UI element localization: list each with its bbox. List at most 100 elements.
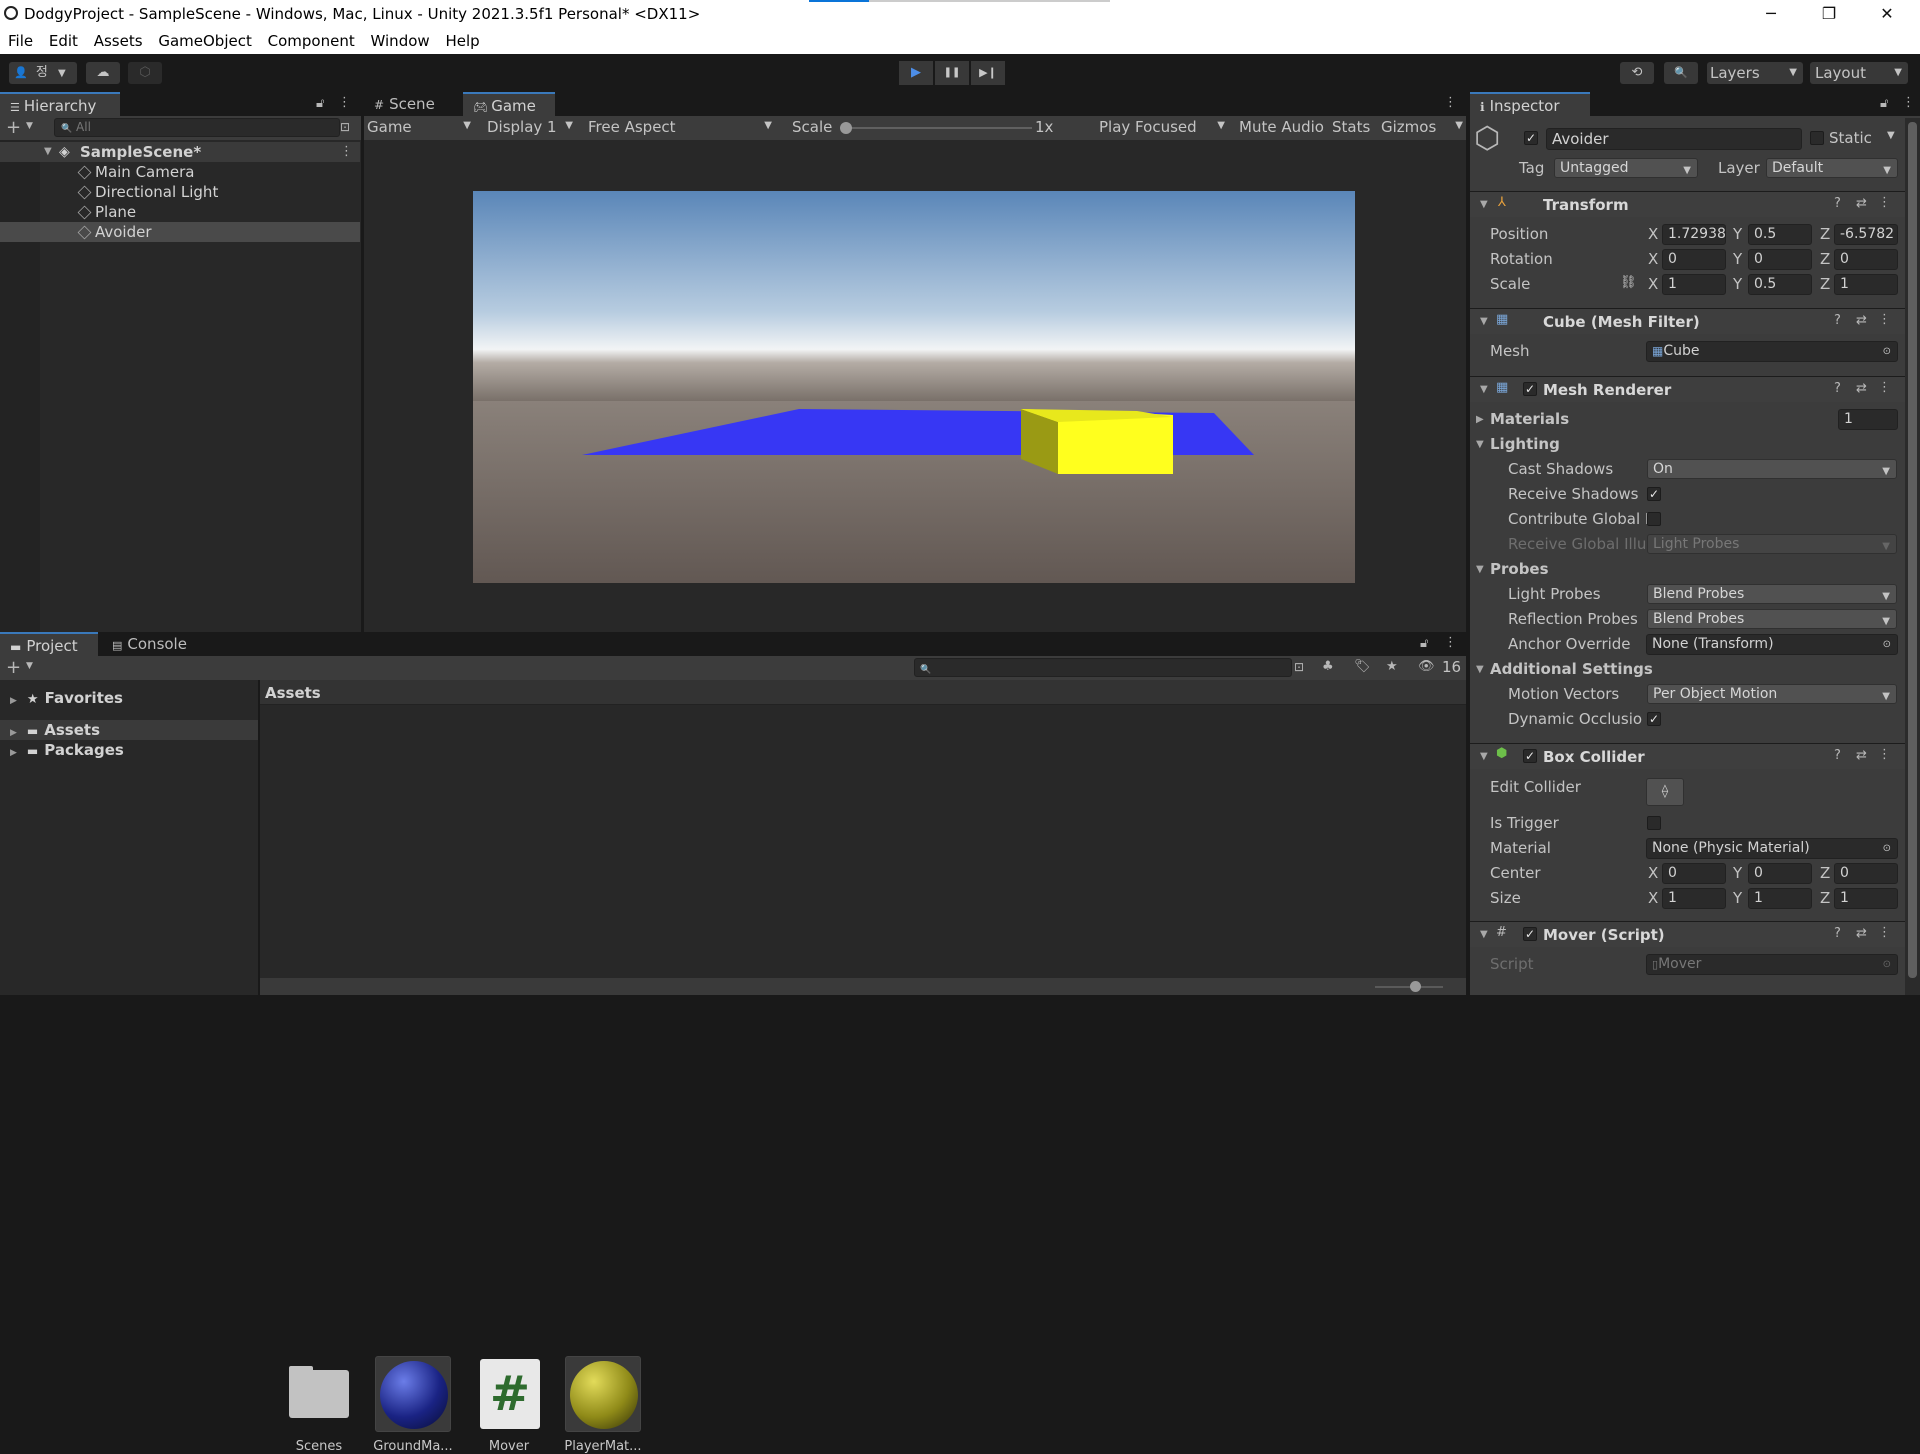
size-x-field[interactable]: 1 <box>1662 888 1726 909</box>
preset-icon[interactable]: ⇄ <box>1856 313 1867 328</box>
list-item[interactable]: Plane <box>0 202 360 222</box>
expand-triangle-icon[interactable]: ▼ <box>1480 316 1488 327</box>
help-icon[interactable]: ? <box>1834 196 1841 211</box>
help-icon[interactable]: ? <box>1834 313 1841 328</box>
lock-icon[interactable]: 🔓︎ <box>316 96 324 111</box>
display-dropdown[interactable]: Display 1 ▼ <box>487 118 579 136</box>
more-menu-icon[interactable]: ⋮ <box>1878 195 1891 210</box>
pause-button[interactable]: ❚❚ <box>935 61 969 85</box>
is-trigger-checkbox[interactable] <box>1647 816 1661 830</box>
transform-header[interactable]: ▼ ⅄ Transform ? ⇄ ⋮ <box>1470 191 1905 217</box>
chevron-down-icon[interactable]: ▼ <box>26 661 33 671</box>
dynamic-occlusion-checkbox[interactable]: ✓ <box>1647 712 1661 726</box>
static-checkbox[interactable] <box>1810 131 1824 145</box>
menu-gameobject[interactable]: GameObject <box>158 28 252 50</box>
menu-file[interactable]: File <box>8 28 33 50</box>
layer-dropdown[interactable]: Default ▼ <box>1766 158 1898 178</box>
mesh-filter-header[interactable]: ▼ ▦ Cube (Mesh Filter) ? ⇄ ⋮ <box>1470 308 1905 334</box>
constrain-proportions-icon[interactable]: ⛓︎ <box>1620 275 1637 290</box>
menu-component[interactable]: Component <box>268 28 355 50</box>
more-menu-icon[interactable]: ⋮ <box>1902 95 1915 110</box>
mesh-renderer-header[interactable]: ▼ ▦ ✓ Mesh Renderer ? ⇄ ⋮ <box>1470 376 1905 402</box>
scene-row[interactable]: ▼ ◈ SampleScene* ⋮ <box>0 142 360 162</box>
help-icon[interactable]: ? <box>1834 926 1841 941</box>
contribute-gi-checkbox[interactable] <box>1647 512 1661 526</box>
additional-settings-foldout[interactable]: Additional Settings <box>1490 660 1653 678</box>
layout-dropdown[interactable]: Layout ▼ <box>1810 62 1908 84</box>
anchor-override-field[interactable]: None (Transform) ⊙ <box>1646 634 1898 655</box>
more-menu-icon[interactable]: ⋮ <box>1878 925 1891 940</box>
expand-triangle-icon[interactable]: ▼ <box>1476 664 1484 675</box>
tag-dropdown[interactable]: Untagged ▼ <box>1554 158 1698 178</box>
menu-edit[interactable]: Edit <box>49 28 78 50</box>
hierarchy-search-input[interactable]: 🔍 All <box>54 118 340 137</box>
tree-divider[interactable] <box>258 680 260 995</box>
enabled-checkbox[interactable]: ✓ <box>1523 382 1537 396</box>
expand-triangle-icon[interactable]: ▼ <box>1480 199 1488 210</box>
mute-audio-toggle[interactable]: Mute Audio <box>1239 118 1324 136</box>
lock-icon[interactable]: 🔓︎ <box>1880 96 1888 111</box>
label-filter-icon[interactable]: 🏷︎ <box>1354 659 1371 674</box>
step-button[interactable]: ▶❙ <box>971 61 1005 85</box>
scale-x-field[interactable]: 1 <box>1662 274 1726 295</box>
physic-material-field[interactable]: None (Physic Material) ⊙ <box>1646 838 1898 859</box>
aspect-dropdown[interactable]: Free Aspect ▼ <box>588 118 778 136</box>
history-icon[interactable]: ⟲ <box>1620 62 1654 84</box>
game-mode-dropdown[interactable]: Game ▼ <box>367 118 477 136</box>
center-y-field[interactable]: 0 <box>1748 863 1812 884</box>
play-focused-dropdown[interactable]: Play Focused ▼ <box>1099 118 1231 136</box>
collab-icon[interactable]: ⬡ <box>128 62 162 84</box>
more-menu-icon[interactable]: ⋮ <box>340 142 353 162</box>
cast-shadows-dropdown[interactable]: On ▼ <box>1647 459 1897 479</box>
minimize-button[interactable]: ─ <box>1742 0 1800 28</box>
favorite-star-icon[interactable]: ★ <box>1386 659 1398 674</box>
motion-vectors-dropdown[interactable]: Per Object Motion ▼ <box>1647 684 1897 704</box>
position-y-field[interactable]: 0.5 <box>1748 224 1812 245</box>
scale-y-field[interactable]: 0.5 <box>1748 274 1812 295</box>
search-filter-icon[interactable]: ⊡ <box>1294 660 1304 674</box>
sidebar-item-assets[interactable]: ▶ ▬ Assets <box>0 720 258 740</box>
hidden-eye-icon[interactable]: 👁︎ <box>1418 659 1435 674</box>
size-z-field[interactable]: 1 <box>1834 888 1898 909</box>
stats-toggle[interactable]: Stats <box>1332 118 1370 136</box>
enabled-checkbox[interactable]: ✓ <box>1523 749 1537 763</box>
rotation-y-field[interactable]: 0 <box>1748 249 1812 270</box>
search-icon[interactable]: 🔍 <box>1664 62 1698 84</box>
receive-shadows-checkbox[interactable]: ✓ <box>1647 487 1661 501</box>
add-icon[interactable]: + <box>6 117 21 138</box>
maximize-button[interactable]: ❐ <box>1800 0 1858 28</box>
more-menu-icon[interactable]: ⋮ <box>1444 635 1457 650</box>
asset-playermat[interactable]: PlayerMat... <box>563 1356 643 1454</box>
breadcrumb-assets[interactable]: Assets <box>265 684 321 702</box>
probes-foldout[interactable]: Probes <box>1490 560 1549 578</box>
chevron-down-icon[interactable]: ▼ <box>26 121 33 131</box>
active-checkbox[interactable]: ✓ <box>1524 131 1538 145</box>
tab-inspector[interactable]: ℹ Inspector <box>1470 92 1590 116</box>
tab-console[interactable]: ▤ Console <box>102 632 202 656</box>
asset-groundmat[interactable]: GroundMa... <box>373 1356 453 1454</box>
account-dropdown[interactable]: 👤 정 ▼ <box>9 62 77 84</box>
more-menu-icon[interactable]: ⋮ <box>338 95 351 110</box>
project-search-input[interactable]: 🔍 <box>914 658 1292 677</box>
preset-icon[interactable]: ⇄ <box>1856 381 1867 396</box>
mesh-field[interactable]: ▦Cube ⊙ <box>1646 341 1898 362</box>
expand-triangle-icon[interactable]: ▼ <box>1480 929 1488 940</box>
more-menu-icon[interactable]: ⋮ <box>1878 380 1891 395</box>
reflection-probes-dropdown[interactable]: Blend Probes ▼ <box>1647 609 1897 629</box>
list-item-selected[interactable]: Avoider <box>0 222 360 242</box>
object-picker-icon[interactable]: ⊙ <box>1883 635 1891 654</box>
tab-scene[interactable]: # Scene <box>364 92 460 116</box>
tab-project[interactable]: ▬ Project <box>0 632 98 656</box>
list-item[interactable]: Main Camera <box>0 162 360 182</box>
menu-window[interactable]: Window <box>371 28 430 50</box>
position-x-field[interactable]: 1.72938 <box>1662 224 1726 245</box>
menu-assets[interactable]: Assets <box>94 28 143 50</box>
rotation-z-field[interactable]: 0 <box>1834 249 1898 270</box>
expand-triangle-icon[interactable]: ▶ <box>1476 414 1484 425</box>
more-menu-icon[interactable]: ⋮ <box>1878 312 1891 327</box>
box-collider-header[interactable]: ▼ ⬢ ✓ Box Collider ? ⇄ ⋮ <box>1470 743 1905 769</box>
scale-slider-handle[interactable] <box>840 122 852 134</box>
enabled-checkbox[interactable]: ✓ <box>1523 927 1537 941</box>
expand-triangle-icon[interactable]: ▼ <box>1480 751 1488 762</box>
scrollbar[interactable] <box>1905 118 1920 995</box>
